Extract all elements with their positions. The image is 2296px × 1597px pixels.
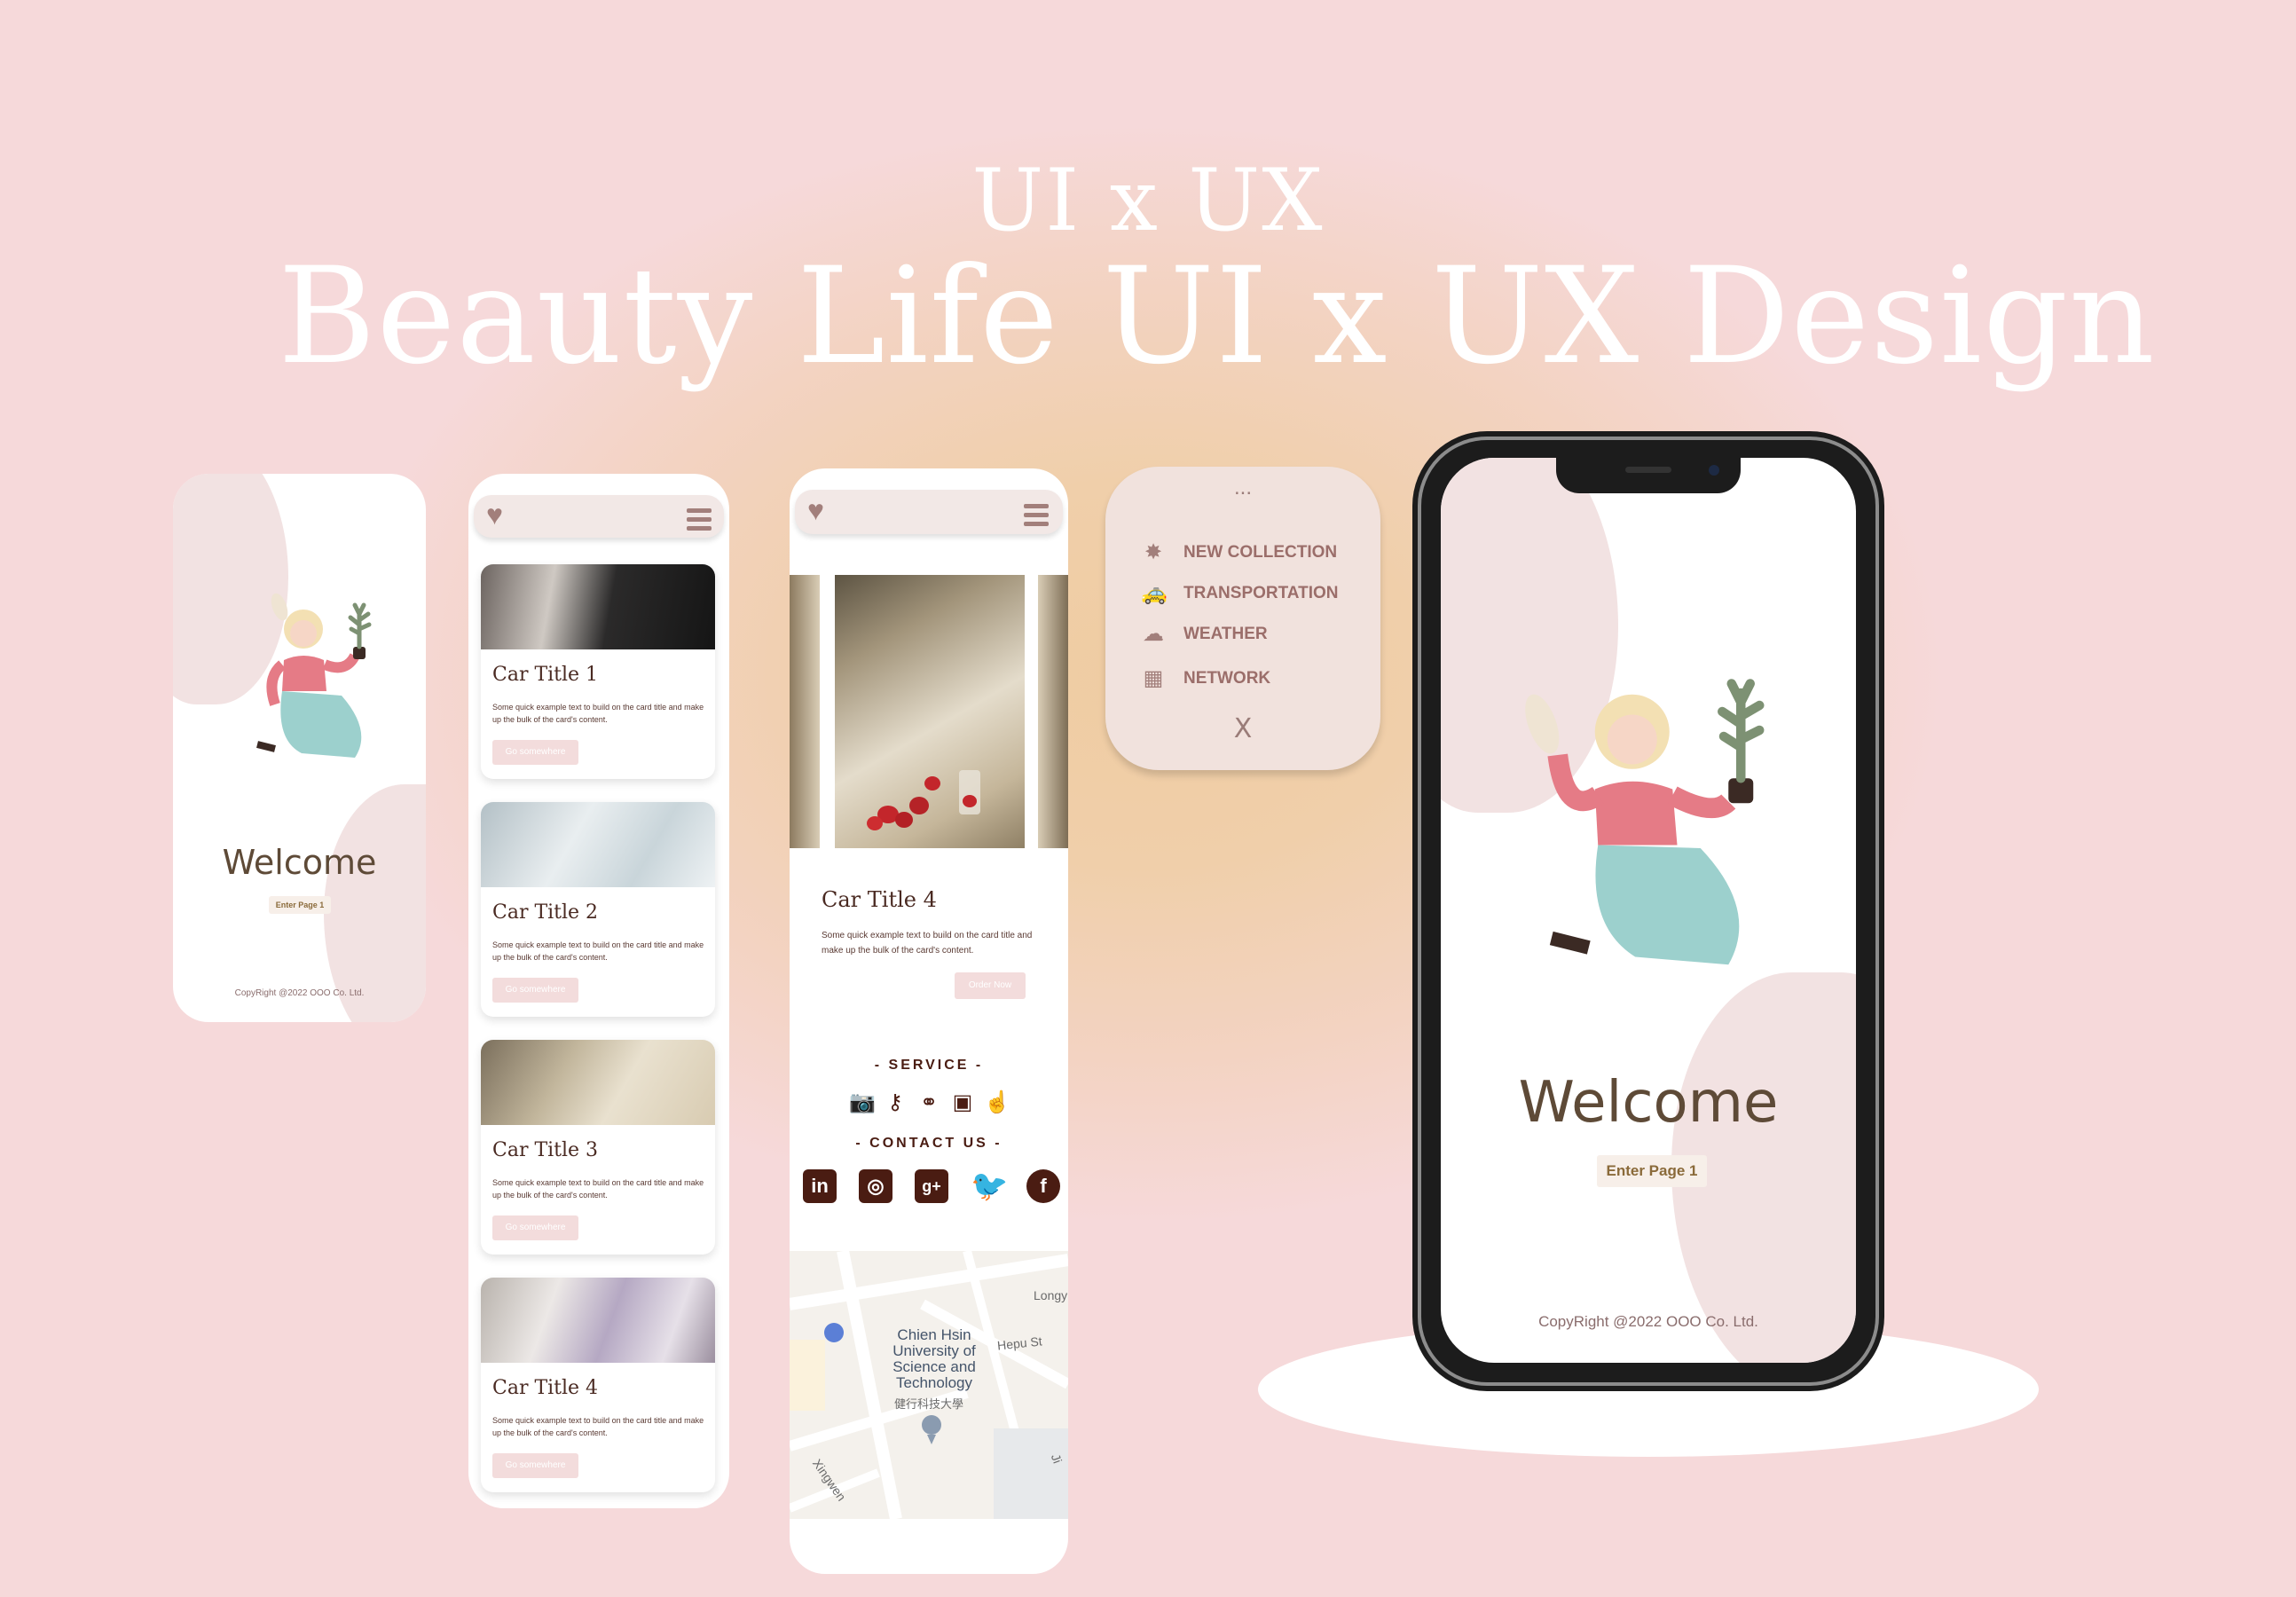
detail-title: Car Title 4 xyxy=(822,887,937,912)
social-icons: in ◎ g+ 🐦 f xyxy=(803,1169,1060,1203)
carousel-next-image[interactable] xyxy=(1038,575,1068,848)
welcome-heading: Welcome xyxy=(1518,1070,1779,1136)
menu-item-transportation[interactable]: 🚕 TRANSPORTATION xyxy=(1141,580,1339,607)
heart-icon[interactable]: ♥ xyxy=(807,494,824,527)
strawberries-illustration xyxy=(867,770,980,830)
facebook-icon[interactable]: f xyxy=(1026,1169,1060,1203)
order-now-button[interactable]: Order Now xyxy=(955,972,1026,999)
map-place-name-zh: 健行科技大學 xyxy=(894,1397,964,1411)
girl-with-plant-illustration xyxy=(1525,679,1765,965)
network-device-icon: ▦ xyxy=(1143,666,1164,690)
card-image-hand-cream xyxy=(481,564,715,649)
camera-icon[interactable]: 📷 xyxy=(849,1091,876,1114)
card-title: Car Title 2 xyxy=(492,901,599,924)
top-navbar: ♥ xyxy=(474,495,724,538)
enter-page-button[interactable]: Enter Page 1 xyxy=(269,896,331,914)
header-title: Beauty Life UI x UX Design xyxy=(278,240,2156,394)
menu-close-button[interactable]: X xyxy=(1105,713,1380,744)
iphone-welcome-screen: Welcome Enter Page 1 CopyRight @2022 OOO… xyxy=(1441,458,1856,1363)
card-text: Some quick example text to build on the … xyxy=(492,1416,704,1437)
heart-icon[interactable]: ♥ xyxy=(486,499,503,531)
twitter-icon[interactable]: 🐦 xyxy=(971,1169,1008,1203)
menu-item-new-collection[interactable]: ✸ NEW COLLECTION xyxy=(1141,539,1337,566)
map-street-label: Longyu xyxy=(1034,1288,1068,1302)
cloud-icon: ☁ xyxy=(1143,622,1164,646)
copyright-text: CopyRight @2022 OOO Co. Ltd. xyxy=(1538,1313,1758,1330)
service-icons: 📷 ⚷ ⚭ ▣ ☝ xyxy=(790,1091,1068,1114)
iphone-mockup: Welcome Enter Page 1 CopyRight @2022 OOO… xyxy=(1412,431,1884,1391)
card-image-lace-fabric xyxy=(481,802,715,887)
taxi-icon: 🚕 xyxy=(1141,581,1168,605)
go-somewhere-button[interactable]: Go somewhere xyxy=(492,740,578,765)
carousel-main-image[interactable] xyxy=(835,575,1025,848)
front-camera-icon xyxy=(1709,465,1719,476)
enter-page-button[interactable]: Enter Page 1 xyxy=(1597,1155,1707,1187)
card-title: Car Title 3 xyxy=(492,1139,599,1161)
service-heading: - SERVICE - xyxy=(874,1058,984,1073)
speaker-grille xyxy=(1625,467,1671,473)
card-title: Car Title 1 xyxy=(492,664,599,686)
card-image-linen xyxy=(481,1040,715,1125)
star-shape-icon: ✸ xyxy=(1144,540,1163,564)
card-list-screen: ♥ Car Title 1 Some quick example text to… xyxy=(468,474,729,1508)
hamburger-menu-icon[interactable] xyxy=(687,508,712,535)
pointer-hand-icon[interactable]: ☝ xyxy=(984,1091,1010,1114)
detail-screen: ♥ Car Title 4 Some quick example text to… xyxy=(790,468,1068,1574)
welcome-heading: Welcome xyxy=(222,843,377,882)
card-text: Some quick example text to build on the … xyxy=(492,703,704,724)
menu-item-weather[interactable]: ☁ WEATHER xyxy=(1141,621,1268,648)
item-card-4: Car Title 4 Some quick example text to b… xyxy=(481,1278,715,1492)
linkedin-icon[interactable]: in xyxy=(803,1169,837,1203)
header-subtitle: UI x UX xyxy=(971,151,1325,250)
item-card-1: Car Title 1 Some quick example text to b… xyxy=(481,564,715,779)
blob-bottom-right xyxy=(324,784,426,1022)
card-text: Some quick example text to build on the … xyxy=(492,940,704,962)
card-text: Some quick example text to build on the … xyxy=(492,1178,704,1200)
item-card-2: Car Title 2 Some quick example text to b… xyxy=(481,802,715,1017)
map-place-name: Chien Hsin University of Science and Tec… xyxy=(892,1326,976,1391)
card-title: Car Title 4 xyxy=(492,1377,599,1399)
hamburger-menu-icon[interactable] xyxy=(1024,504,1049,531)
contact-heading: - CONTACT US - xyxy=(855,1136,1003,1151)
girl-with-plant-illustration xyxy=(256,593,372,758)
copyright-text: CopyRight @2022 OOO Co. Ltd. xyxy=(234,988,365,998)
dropdown-menu: ... ✸ NEW COLLECTION 🚕 TRANSPORTATION ☁ WEA… xyxy=(1105,467,1380,770)
carousel-prev-image[interactable] xyxy=(790,575,820,848)
monitor-code-icon[interactable]: ▣ xyxy=(950,1091,975,1114)
iphone-notch xyxy=(1556,458,1741,493)
google-plus-icon[interactable]: g+ xyxy=(915,1169,948,1203)
key-icon[interactable]: ⚷ xyxy=(883,1091,908,1114)
go-somewhere-button[interactable]: Go somewhere xyxy=(492,978,578,1003)
instagram-icon[interactable]: ◎ xyxy=(859,1169,892,1203)
item-card-3: Car Title 3 Some quick example text to b… xyxy=(481,1040,715,1255)
go-somewhere-button[interactable]: Go somewhere xyxy=(492,1453,578,1478)
location-map[interactable]: Chien Hsin University of Science and Tec… xyxy=(790,1251,1068,1519)
menu-dots: ... xyxy=(1233,476,1252,500)
top-navbar: ♥ xyxy=(795,490,1063,534)
welcome-screen-small: Welcome Enter Page 1 CopyRight @2022 OOO… xyxy=(173,474,426,1022)
binoculars-icon[interactable]: ⚭ xyxy=(916,1091,941,1114)
menu-item-network[interactable]: ▦ NETWORK xyxy=(1141,665,1271,692)
detail-text: Some quick example text to build on the … xyxy=(822,931,1033,956)
go-somewhere-button[interactable]: Go somewhere xyxy=(492,1215,578,1240)
card-image-pressed-flowers xyxy=(481,1278,715,1363)
